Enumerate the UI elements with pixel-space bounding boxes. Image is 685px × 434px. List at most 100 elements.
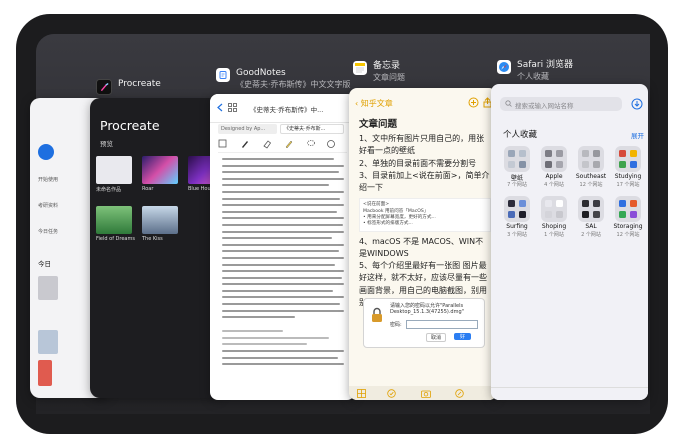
procreate-title-text: Procreate	[118, 79, 161, 89]
safari-title-text: Safari 浏览器	[517, 60, 573, 70]
procreate-app-title: Procreate	[96, 79, 161, 95]
notes-app-title: 备忘录 文章问题	[353, 61, 405, 83]
favorite-folder-count: 17 个网站	[616, 182, 640, 188]
goodnotes-subtitle: 《史蒂夫·乔布斯传》中文文字版	[236, 80, 351, 89]
goodnotes-card[interactable]: 《史蒂夫·乔布斯传》中... Designed by Ap... 《史蒂夫·乔布…	[210, 94, 355, 400]
note-line: 2、单独的目录前面不需要分割号	[359, 158, 477, 168]
left-card-photo	[38, 330, 58, 354]
pen-icon[interactable]	[240, 139, 250, 149]
notes-title-text: 备忘录	[373, 61, 401, 71]
favorite-folder-tile[interactable]	[615, 196, 641, 222]
favorite-site-icon	[582, 200, 589, 207]
notes-card[interactable]: ‹ 知乎文章 文章问题 1、文中所有图片只用自己的，用张好看一点的壁纸 2、单独…	[349, 88, 497, 400]
note-line: 4、macOS 不是 MACOS、WIN不是WINDOWS	[359, 236, 484, 259]
left-card-row: 开始使用	[38, 177, 59, 183]
goodnotes-toolbar: 《史蒂夫·乔布斯传》中...	[210, 94, 355, 123]
note-line: 3、目录前加上<说在前面>，简单介绍一下	[359, 170, 490, 193]
artwork-thumbnail[interactable]	[96, 156, 132, 184]
favorite-site-icon	[593, 211, 600, 218]
favorite-folder-tile[interactable]	[578, 146, 604, 172]
book-icon[interactable]	[218, 139, 227, 148]
table-icon[interactable]	[357, 389, 366, 398]
favorite-folder-name: Apple	[545, 173, 563, 180]
favorite-site-icon	[519, 200, 526, 207]
favorite-folder-tile[interactable]	[504, 196, 530, 222]
left-card-section: 今日	[38, 260, 51, 268]
artwork-name: 未命名作品	[96, 187, 122, 193]
safari-search-field[interactable]: 搜索或输入网站名称	[500, 97, 622, 111]
dialog-cancel-button: 取消	[426, 333, 447, 342]
favorite-site-icon	[582, 211, 589, 218]
favorite-folder-tile[interactable]	[578, 196, 604, 222]
highlighter-icon[interactable]	[284, 139, 294, 149]
tab-designed[interactable]: Designed by Ap...	[218, 124, 277, 134]
favorite-folder-count: 3 个网站	[507, 232, 527, 238]
markup-icon[interactable]	[455, 389, 464, 398]
goodnotes-tabs: Designed by Ap... 《史蒂夫·乔布斯...	[218, 124, 347, 134]
dialog-ok-button: 好	[454, 333, 472, 340]
back-chevron-icon[interactable]	[216, 103, 224, 112]
artwork-name: The Kiss	[142, 236, 163, 242]
note-body[interactable]: 文章问题 1、文中所有图片只用自己的，用张好看一点的壁纸 2、单独的目录前面不需…	[359, 119, 491, 309]
favorite-site-icon	[545, 150, 552, 157]
favorite-folder-tile[interactable]	[504, 146, 530, 172]
password-dialog-screenshot: 请输入您的密码以允许"Parallels Desktop_15.1.3(4725…	[363, 298, 485, 348]
procreate-card[interactable]: Procreate 预览 未命名作品 Roar Blue Hour Field …	[90, 98, 222, 398]
favorite-folder-count: 12 个网站	[579, 182, 603, 188]
favorite-folder-name: Southeast	[575, 173, 607, 180]
favorite-site-icon	[619, 211, 626, 218]
favorite-site-icon	[619, 161, 626, 168]
artwork-thumbnail[interactable]	[142, 206, 178, 234]
favorite-site-icon	[556, 211, 563, 218]
shapes-icon[interactable]	[326, 139, 336, 149]
favorite-site-icon	[508, 161, 515, 168]
favorite-folder-name: Shoping	[541, 223, 567, 230]
favorite-site-icon	[545, 161, 552, 168]
goodnotes-tool-row	[218, 136, 347, 153]
favorites-heading: 个人收藏	[503, 130, 538, 140]
favorite-site-icon	[593, 161, 600, 168]
document-title: 《史蒂夫·乔布斯传》中...	[250, 106, 324, 114]
favorite-folder-count: 4 个网站	[544, 182, 564, 188]
favorite-site-icon	[619, 150, 626, 157]
safari-card[interactable]: 搜索或输入网站名称 个人收藏 展开 壁纸 7 个网站 Apple 4 个网站 South…	[491, 84, 648, 400]
artwork-name: Field of Dreams	[96, 236, 135, 242]
favorite-folder-tile[interactable]	[541, 146, 567, 172]
download-icon[interactable]	[631, 98, 643, 110]
artwork-thumbnail[interactable]	[96, 206, 132, 234]
artwork-name: Roar	[142, 186, 154, 192]
safari-subtitle: 个人收藏	[517, 72, 549, 81]
dialog-field-label: 密码:	[390, 322, 402, 328]
favorite-folder-name: Storaging	[613, 223, 643, 230]
safari-bottom-toolbar	[491, 387, 648, 400]
show-all-link[interactable]: 展开	[631, 130, 644, 140]
quote-line: • 标签形式的排版方式...	[363, 221, 413, 227]
favorite-folder-count: 2 个网站	[581, 232, 601, 238]
favorite-site-icon	[545, 200, 552, 207]
notes-back-button[interactable]: ‹ 知乎文章	[355, 98, 393, 109]
checklist-icon[interactable]	[387, 389, 396, 398]
favorite-site-icon	[630, 150, 637, 157]
add-person-icon[interactable]	[468, 97, 479, 108]
artwork-thumbnail[interactable]	[142, 156, 178, 184]
favorite-site-icon	[508, 211, 515, 218]
camera-icon[interactable]	[421, 389, 431, 398]
notes-subtitle: 文章问题	[373, 73, 405, 82]
tab-active[interactable]: 《史蒂夫·乔布斯...	[280, 124, 344, 134]
lock-icon	[372, 307, 382, 322]
favorite-folder-count: 1 个网站	[544, 232, 564, 238]
search-icon	[505, 100, 512, 107]
favorite-folder-tile[interactable]	[541, 196, 567, 222]
left-card-row: 考研资料	[38, 203, 59, 209]
favorite-site-icon	[619, 200, 626, 207]
eraser-icon[interactable]	[262, 139, 272, 149]
lasso-icon[interactable]	[306, 139, 316, 149]
notes-bottom-toolbar	[349, 386, 497, 400]
grid-icon[interactable]	[228, 103, 237, 112]
notes-back-label: 知乎文章	[360, 99, 393, 108]
favorite-folder-name: SAL	[585, 223, 597, 230]
favorite-site-icon	[519, 161, 526, 168]
notes-app-icon	[353, 61, 367, 75]
favorite-folder-tile[interactable]	[615, 146, 641, 172]
left-card-photo	[38, 276, 58, 300]
